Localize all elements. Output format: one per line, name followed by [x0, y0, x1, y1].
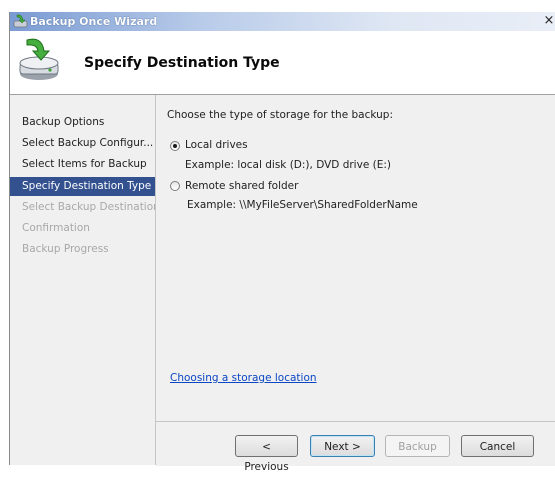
step-backup-options[interactable]: Backup Options [10, 113, 155, 132]
wizard-window: Backup Once Wizard × Specify Destination… [9, 12, 555, 473]
local-drives-example: Example: local disk (D:), DVD drive (E:) [185, 159, 391, 171]
wizard-header: Specify Destination Type [10, 31, 555, 95]
step-select-items-for-backup[interactable]: Select Items for Backup [10, 155, 155, 174]
step-confirmation: Confirmation [22, 222, 90, 234]
previous-button[interactable]: < Previous [235, 435, 298, 473]
wizard-button-bar: < Previous Next > Backup Cancel [156, 421, 555, 473]
step-select-backup-destination: Select Backup Destination [22, 201, 155, 213]
remote-shared-folder-example: Example: \\MyFileServer\SharedFolderName [187, 199, 418, 211]
page-title: Specify Destination Type [84, 55, 280, 71]
backup-app-icon [13, 14, 28, 28]
backup-disk-arrow-icon [19, 38, 59, 80]
backup-button: Backup [385, 435, 450, 457]
remote-shared-folder-label[interactable]: Remote shared folder [185, 180, 298, 192]
next-button[interactable]: Next > [310, 435, 375, 457]
remote-shared-folder-radio[interactable] [170, 181, 180, 191]
step-backup-progress: Backup Progress [22, 243, 109, 255]
destination-type-panel: Choose the type of storage for the backu… [156, 95, 555, 421]
cancel-button[interactable]: Cancel [461, 435, 534, 457]
local-drives-label[interactable]: Local drives [185, 139, 248, 151]
storage-location-help-link[interactable]: Choosing a storage location [170, 372, 317, 384]
title-bar[interactable]: Backup Once Wizard × [10, 12, 555, 31]
local-drives-radio[interactable] [170, 141, 180, 151]
window-title: Backup Once Wizard [30, 15, 158, 28]
wizard-steps-sidebar: Backup Options Select Backup Configur...… [10, 95, 156, 465]
step-select-backup-configuration[interactable]: Select Backup Configur... [10, 134, 155, 153]
storage-type-prompt: Choose the type of storage for the backu… [167, 109, 393, 121]
radio-selected-dot [173, 144, 177, 148]
close-icon[interactable]: × [542, 13, 555, 29]
step-specify-destination-type[interactable]: Specify Destination Type [10, 177, 155, 196]
